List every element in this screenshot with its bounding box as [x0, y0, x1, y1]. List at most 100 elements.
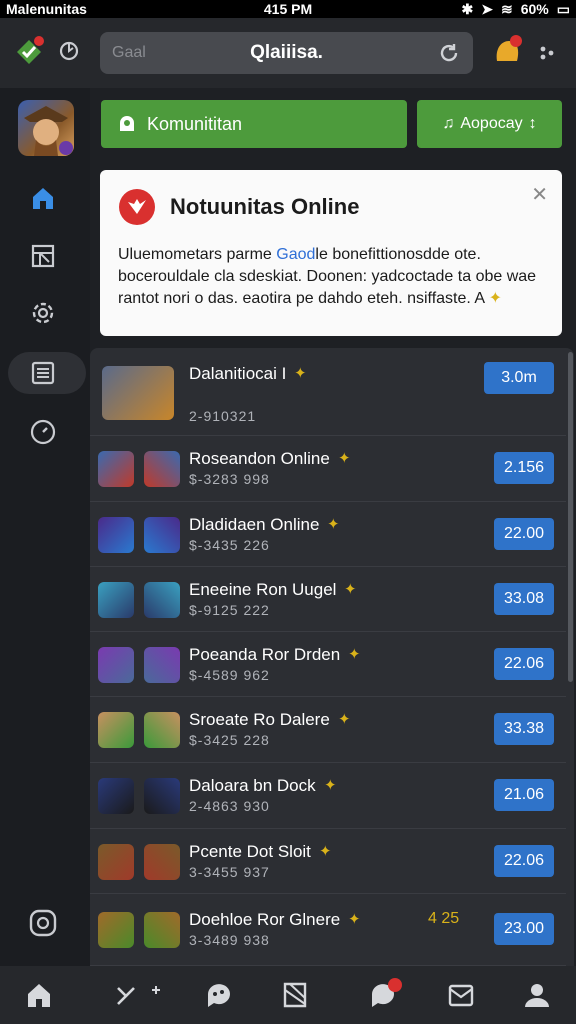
wifi-icon: ≋	[501, 0, 513, 17]
weapon-icon	[102, 366, 174, 420]
game-row[interactable]: Sroeate Ro Dalere ✦ $-3425 228 33.38	[90, 697, 566, 763]
community-button[interactable]: Komunititan	[101, 100, 407, 148]
castle-icon	[144, 844, 180, 880]
community-label: Komunititan	[147, 113, 243, 134]
avatar[interactable]	[18, 100, 74, 156]
decoration-icon: ✦	[348, 646, 361, 663]
price-button[interactable]: 33.08	[494, 583, 554, 615]
game-row[interactable]: Dladidaen Online ✦ $-3435 226 22.00	[90, 502, 566, 567]
alert-icon	[118, 188, 156, 226]
warrior-icon	[98, 844, 134, 880]
notification-link[interactable]: Gaod	[276, 246, 315, 263]
messages-badge	[388, 978, 402, 992]
game-title: Dladidaen Online	[189, 515, 320, 534]
sidebar-item-news[interactable]	[26, 356, 60, 390]
gem-icon	[144, 451, 180, 487]
tab-explore[interactable]	[110, 978, 170, 1012]
game-subtitle: 2-4863 930	[189, 798, 270, 814]
price-button[interactable]: 22.06	[494, 648, 554, 680]
notification-header: Notuunitas Online	[118, 188, 359, 226]
game-subtitle: 3-3455 937	[189, 864, 270, 880]
game-row[interactable]: Daloara bn Dock ✦ 2-4863 930 21.06	[90, 763, 566, 829]
game-title: Daloara bn Dock	[189, 776, 316, 795]
sidebar-item-settings[interactable]	[26, 296, 60, 330]
hero-icon	[98, 582, 134, 618]
game-row[interactable]: Dalanitiocai I ✦ 2-910321 3.0m	[90, 348, 566, 436]
dagger-icon	[144, 778, 180, 814]
sidebar-item-home[interactable]	[26, 181, 60, 215]
game-row[interactable]: Pcente Dot Sloit ✦ 3-3455 937 22.06	[90, 829, 566, 894]
close-icon[interactable]: ✕	[531, 182, 548, 207]
decoration-icon: ✦	[338, 450, 351, 467]
bluetooth-icon: ✱	[461, 0, 474, 17]
game-subtitle: $-9125 222	[189, 602, 270, 618]
app-logo-icon[interactable]	[12, 34, 46, 68]
game-title: Eneeine Ron Uugel	[189, 580, 337, 599]
sparkle-icon: ✦	[488, 290, 503, 307]
notification-body: Uluemometars parme Gaodle bonefittionosd…	[118, 244, 548, 310]
scrollbar[interactable]	[568, 352, 573, 682]
tab-chat[interactable]	[202, 978, 236, 1012]
mage-icon	[98, 647, 134, 683]
notification-card: Notuunitas Online ✕ Uluemometars parme G…	[100, 170, 562, 336]
price-button[interactable]: 23.00	[494, 913, 554, 945]
game-subtitle: 3-3489 938	[189, 932, 270, 948]
tab-profile[interactable]	[520, 978, 554, 1012]
price-button[interactable]: 3.0m	[484, 362, 554, 394]
blade-icon	[144, 912, 180, 948]
game-subtitle: $-4589 962	[189, 667, 270, 683]
decoration-icon: ✦	[327, 516, 340, 533]
approach-button[interactable]: ♫ Aopocay ↕	[417, 100, 562, 148]
sidebar-item-library[interactable]	[26, 239, 60, 273]
price-button[interactable]: 2.156	[494, 452, 554, 484]
bottom-nav	[0, 966, 576, 1024]
game-row[interactable]: Doehloe Ror Glnere ✦ 3-3489 938 4 25 23.00	[90, 894, 566, 966]
notification-title: Notuunitas Online	[170, 194, 360, 219]
tab-inbox[interactable]	[444, 978, 478, 1012]
approach-label: Aopocay	[460, 115, 523, 132]
decoration-icon: ✦	[348, 911, 361, 928]
music-icon: ♫	[442, 115, 455, 132]
status-icons: ✱ ➤ ≋ 60% ▭	[462, 1, 570, 18]
decoration-icon: ✦	[344, 581, 357, 598]
rogue-icon	[98, 778, 134, 814]
game-title: Poeanda Ror Drden	[189, 645, 341, 664]
star-icon	[98, 517, 134, 553]
tab-home[interactable]	[22, 978, 56, 1012]
notification-text-start: Uluemometars parme	[118, 246, 277, 263]
sidebar	[0, 88, 90, 966]
knight-icon	[144, 647, 180, 683]
search-bar[interactable]: Gaal Qlaiiisa.	[100, 32, 473, 74]
game-list: Dalanitiocai I ✦ 2-910321 3.0m Roseandon Onl…	[90, 348, 574, 966]
sidebar-item-activity[interactable]	[26, 415, 60, 449]
game-badge: 4 25	[428, 910, 460, 927]
game-title: Dalanitiocai I	[189, 364, 287, 383]
tab-messages[interactable]	[366, 978, 402, 1012]
more-options-icon[interactable]	[532, 38, 562, 68]
battery-level: 60%	[520, 0, 549, 17]
price-button[interactable]: 22.06	[494, 845, 554, 877]
decoration-icon: ✦	[324, 777, 337, 794]
status-bar: Malenunitas 415 PM ✱ ➤ ≋ 60% ▭	[0, 0, 576, 18]
cowboy-icon	[98, 712, 134, 748]
game-subtitle: $-3425 228	[189, 732, 270, 748]
notifications-bell-icon[interactable]	[488, 32, 526, 70]
decoration-icon: ✦	[338, 711, 351, 728]
game-subtitle: $-3283 998	[189, 471, 270, 487]
tab-store[interactable]	[278, 978, 312, 1012]
game-row[interactable]: Poeanda Ror Drden ✦ $-4589 962 22.06	[90, 632, 566, 697]
game-row[interactable]: Eneeine Ron Uugel ✦ $-9125 222 33.08	[90, 567, 566, 632]
game-title: Sroeate Ro Dalere	[189, 710, 330, 729]
carrier-name: Malenunitas	[6, 1, 87, 17]
game-row[interactable]: Roseandon Online ✦ $-3283 998 2.156	[90, 436, 566, 502]
price-button[interactable]: 33.38	[494, 713, 554, 745]
decoration-icon: ✦	[319, 843, 332, 860]
game-subtitle: 2-910321	[189, 408, 257, 424]
sidebar-item-support[interactable]	[26, 906, 60, 940]
rocket-icon	[98, 451, 134, 487]
reload-icon[interactable]	[437, 41, 461, 65]
price-button[interactable]: 22.00	[494, 518, 554, 550]
price-button[interactable]: 21.06	[494, 779, 554, 811]
refresh-icon[interactable]	[54, 36, 84, 66]
group-icon	[117, 114, 137, 134]
